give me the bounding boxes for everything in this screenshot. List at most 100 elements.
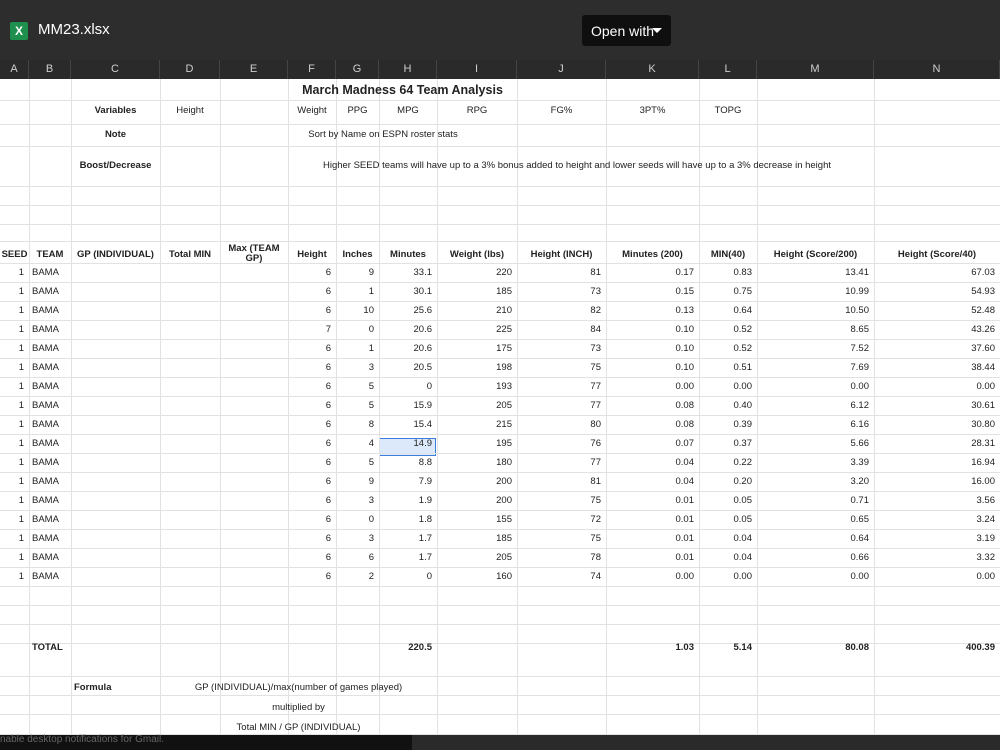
column-header-k[interactable]: K	[606, 60, 699, 79]
team-cell: BAMA	[32, 343, 59, 354]
team-cell: BAMA	[32, 324, 59, 335]
data-cell: 1	[18, 324, 24, 335]
data-cell: 205	[496, 552, 512, 563]
data-cell: 1	[368, 343, 374, 354]
data-cell: 0	[368, 514, 374, 525]
data-cell: 200	[496, 495, 512, 506]
data-cell: 3.39	[850, 457, 870, 468]
data-cell: 81	[590, 476, 601, 487]
data-cell: 3.24	[976, 514, 996, 525]
spreadsheet-grid[interactable]: March Madness 64 Team Analysis Variables H…	[0, 79, 1000, 735]
data-cell: 77	[590, 400, 601, 411]
grid-line	[0, 695, 1000, 696]
data-cell: 28.31	[971, 438, 995, 449]
grid-line	[0, 624, 1000, 625]
grid-line	[0, 586, 1000, 587]
column-header-h[interactable]: H	[379, 60, 437, 79]
column-header-d[interactable]: D	[160, 60, 220, 79]
data-cell: 0.05	[733, 495, 753, 506]
grid-line	[0, 453, 1000, 454]
data-cell: 3.32	[976, 552, 996, 563]
data-cell: 0.04	[733, 533, 753, 544]
data-cell: 5.66	[850, 438, 870, 449]
grid-line	[0, 491, 1000, 492]
data-cell: 6.12	[850, 400, 870, 411]
grid-line	[0, 186, 1000, 187]
column-header-a[interactable]: A	[0, 60, 29, 79]
column-header-l[interactable]: L	[699, 60, 757, 79]
header-13: Height (Score/40)	[897, 249, 977, 260]
bottom-bar	[412, 735, 1000, 750]
grid-line	[0, 339, 1000, 340]
column-header-f[interactable]: F	[288, 60, 336, 79]
notification-text: nable desktop notifications for Gmail.	[0, 734, 164, 745]
data-cell: 30.1	[413, 286, 433, 297]
grid-line	[71, 79, 72, 735]
grid-line	[0, 415, 1000, 416]
grid-line	[220, 79, 221, 735]
data-cell: 0.71	[850, 495, 870, 506]
variable-mpg: MPG	[397, 105, 419, 116]
column-header-j[interactable]: J	[517, 60, 606, 79]
variable-ppg: PPG	[347, 105, 368, 116]
data-cell: 37.60	[971, 343, 995, 354]
data-cell: 0.83	[733, 267, 753, 278]
grid-line	[0, 263, 1000, 264]
sheet-title: March Madness 64 Team Analysis	[302, 83, 503, 97]
data-cell: 5	[368, 400, 374, 411]
column-header-g[interactable]: G	[336, 60, 379, 79]
data-cell: 3	[368, 533, 374, 544]
data-cell: 195	[496, 438, 512, 449]
data-cell: 0.01	[675, 495, 695, 506]
variables-label: Variables	[94, 105, 137, 116]
chevron-down-icon	[652, 28, 662, 33]
column-header-m[interactable]: M	[757, 60, 874, 79]
header-3: Total MIN	[168, 249, 212, 260]
team-cell: BAMA	[32, 419, 59, 430]
team-cell: BAMA	[32, 286, 59, 297]
data-cell: 72	[590, 514, 601, 525]
data-cell: 155	[496, 514, 512, 525]
header-2: GP (INDIVIDUAL)	[77, 249, 154, 260]
data-cell: 0.05	[733, 514, 753, 525]
data-cell: 1	[18, 438, 24, 449]
data-cell: 1	[18, 495, 24, 506]
data-cell: 80	[590, 419, 601, 430]
data-cell: 1	[18, 286, 24, 297]
data-cell: 16.94	[971, 457, 995, 468]
variable-weight: Weight	[297, 105, 327, 116]
grid-line	[0, 124, 1000, 125]
column-header-b[interactable]: B	[29, 60, 71, 79]
column-header-e[interactable]: E	[220, 60, 288, 79]
data-cell: 5	[368, 381, 374, 392]
data-cell: 1	[18, 571, 24, 582]
data-cell: 6	[325, 476, 331, 487]
data-cell: 1	[18, 419, 24, 430]
grid-line	[0, 714, 1000, 715]
data-cell: 3.19	[976, 533, 996, 544]
formula-label: Formula	[74, 682, 112, 693]
data-cell: 200	[496, 476, 512, 487]
boost-label: Boost/Decrease	[79, 160, 152, 171]
data-cell: 76	[590, 438, 601, 449]
data-cell: 0.00	[850, 571, 870, 582]
open-with-button[interactable]: Open with	[582, 15, 671, 46]
team-cell: BAMA	[32, 495, 59, 506]
column-header-n[interactable]: N	[874, 60, 1000, 79]
boost-text: Higher SEED teams will have up to a 3% b…	[322, 160, 832, 171]
data-cell: 6	[325, 495, 331, 506]
column-header-bar: ABCDEFGHIJKLMN	[0, 60, 1000, 79]
data-cell: 74	[590, 571, 601, 582]
grid-line	[0, 510, 1000, 511]
grid-line	[0, 676, 1000, 677]
data-cell: 6	[325, 514, 331, 525]
data-cell: 1	[18, 267, 24, 278]
column-header-i[interactable]: I	[437, 60, 517, 79]
column-header-c[interactable]: C	[71, 60, 160, 79]
total-min-40: 5.14	[733, 642, 753, 653]
data-cell: 0.07	[675, 438, 695, 449]
data-cell: 0	[426, 381, 432, 392]
data-cell: 0.08	[675, 419, 695, 430]
data-cell: 10	[363, 305, 374, 316]
data-cell: 0.75	[733, 286, 753, 297]
